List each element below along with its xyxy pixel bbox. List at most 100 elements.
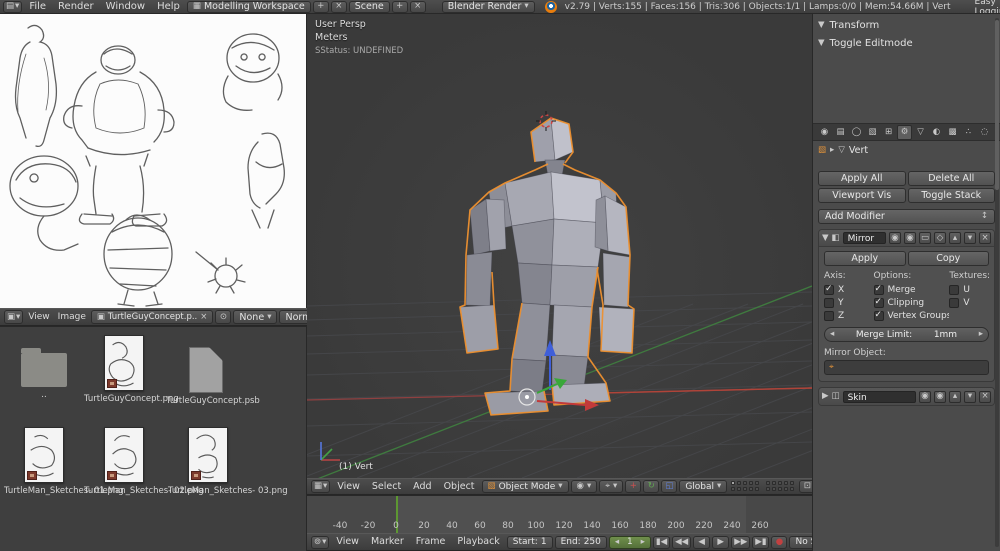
layer-dot[interactable] (749, 481, 754, 485)
move-modifier-up-button[interactable]: ▴ (949, 390, 961, 403)
scene-selector[interactable]: Scene (348, 0, 390, 13)
file-item-concept-png[interactable]: TurtleGuyConcept.png (84, 335, 179, 404)
file-item-sketch-01[interactable]: TurtleMan_Sketches- 01.png (4, 427, 124, 496)
layer-dot[interactable] (749, 487, 754, 491)
properties-scrollbar[interactable] (995, 18, 999, 547)
previous-keyframe-button[interactable]: ◀◀ (672, 535, 692, 549)
axis-z-checkbox[interactable]: Z (824, 311, 874, 321)
layer-dot[interactable] (766, 481, 771, 485)
file-item-concept-psb[interactable]: TurtleGuyConcept.psb (166, 341, 260, 406)
layer-dot[interactable] (790, 481, 795, 485)
menu-object[interactable]: Object (439, 480, 480, 494)
layer-dot[interactable] (772, 487, 777, 491)
jump-to-start-button[interactable]: ▮◀ (652, 535, 671, 549)
cage-toggle[interactable]: ◇ (934, 232, 946, 244)
checkbox[interactable] (949, 298, 960, 308)
menu-render[interactable]: Render (53, 0, 99, 13)
viewport-visibility-toggle[interactable]: ◉ (904, 232, 916, 244)
delete-all-button[interactable]: Delete All (907, 171, 995, 186)
axis-x-checkbox[interactable]: X (824, 285, 874, 295)
workspace-selector[interactable]: ▦ Modelling Workspace (186, 0, 311, 13)
layer-dot[interactable] (731, 487, 736, 491)
layer-dot[interactable] (772, 481, 777, 485)
timeline-ruler[interactable]: -40 -20 0 20 40 60 80 100 120 140 160 18… (307, 495, 812, 533)
checkbox[interactable] (949, 285, 960, 295)
texture-u-checkbox[interactable]: U (949, 285, 989, 295)
editor-type-button[interactable]: ▦ ▾ (311, 480, 331, 493)
menu-select[interactable]: Select (367, 480, 406, 494)
layers-widget-2[interactable] (766, 481, 795, 492)
close-workspace-button[interactable]: × (330, 0, 347, 13)
file-item-sketch-02[interactable]: TurtleMan_Sketches- 02.png (84, 427, 204, 496)
layer-dot[interactable] (743, 481, 748, 485)
next-keyframe-button[interactable]: ▶▶ (731, 535, 751, 549)
tab-particles[interactable]: ∴ (961, 125, 976, 140)
texture-v-checkbox[interactable]: V (949, 298, 989, 308)
delete-modifier-button[interactable]: × (979, 232, 991, 244)
menu-frame[interactable]: Frame (411, 535, 451, 549)
viewport-vis-button[interactable]: Viewport Vis (818, 188, 906, 203)
layer-dot[interactable] (766, 487, 771, 491)
toggle-editmode-header[interactable]: ▼ Toggle Editmode (818, 35, 995, 51)
menu-marker[interactable]: Marker (366, 535, 409, 549)
menu-view[interactable]: View (332, 480, 365, 494)
checkbox[interactable] (824, 298, 834, 308)
sync-mode-selector[interactable]: No Sync ▾ (789, 535, 812, 549)
image-editor-canvas[interactable] (0, 14, 307, 308)
layer-dot[interactable] (755, 487, 760, 491)
play-button[interactable]: ▶ (712, 535, 730, 549)
add-scene-button[interactable]: + (391, 0, 408, 13)
pin-button[interactable]: ⊙ (215, 310, 232, 324)
tab-data[interactable]: ▽ (913, 125, 928, 140)
modifier-name-field[interactable]: Skin (842, 390, 916, 403)
checkbox[interactable] (824, 311, 834, 321)
menu-view[interactable]: View (331, 535, 364, 549)
delete-modifier-button[interactable]: × (979, 390, 991, 403)
expand-icon[interactable]: ▶ (822, 392, 829, 401)
jump-to-end-button[interactable]: ▶▮ (752, 535, 770, 549)
menu-add[interactable]: Add (408, 480, 436, 494)
tab-constraints[interactable]: ⊞ (881, 125, 896, 140)
tab-modifiers[interactable]: ⚙ (897, 124, 912, 140)
render-visibility-toggle[interactable]: ◉ (919, 390, 931, 403)
layer-dot[interactable] (755, 481, 760, 485)
checkbox[interactable] (873, 285, 884, 295)
record-button[interactable]: ● (771, 535, 788, 549)
clipping-checkbox[interactable]: Clipping (873, 298, 950, 308)
lock-to-scene-button[interactable]: ⊡ (799, 480, 812, 493)
tab-texture[interactable]: ▩ (945, 125, 960, 140)
skin-modifier-header[interactable]: ▶ ◫ Skin ◉ ◉ ▴ ▾ × (819, 388, 994, 405)
menu-window[interactable]: Window (101, 0, 150, 13)
modifier-name-field[interactable]: Mirror (842, 232, 886, 244)
layers-widget[interactable] (731, 481, 760, 492)
layer-dot[interactable] (784, 487, 789, 491)
menu-playback[interactable]: Playback (452, 535, 504, 549)
layer-dot[interactable] (778, 481, 783, 485)
mirror-object-field[interactable]: ⌖ (824, 360, 989, 375)
render-engine-selector[interactable]: Blender Render ▾ (441, 0, 535, 13)
mirror-modifier-header[interactable]: ▼ ◧ Mirror ◉ ◉ ▭ ◇ ▴ ▾ × (819, 230, 994, 247)
decrement-icon[interactable]: ◂ (615, 538, 619, 547)
add-modifier-dropdown[interactable]: Add Modifier ↕ (818, 209, 995, 224)
editor-type-button[interactable]: ▣ ▾ (4, 310, 24, 324)
layer-dot[interactable] (743, 487, 748, 491)
copy-modifier-button[interactable]: Copy (907, 251, 989, 266)
menu-file[interactable]: File (24, 0, 51, 13)
checkbox[interactable] (824, 285, 834, 295)
checkbox[interactable] (873, 311, 884, 321)
file-item-sketch-03[interactable]: TurtleMan_Sketches- 03.png (168, 427, 288, 496)
current-frame-field[interactable]: ◂ 1 ▸ (608, 535, 651, 549)
tab-render[interactable]: ◉ (817, 125, 832, 140)
play-reverse-button[interactable]: ◀ (693, 535, 711, 549)
manipulator-scale-button[interactable]: ◱ (661, 480, 678, 493)
end-frame-field[interactable]: End: 250 (554, 535, 607, 549)
layer-dot[interactable] (778, 487, 783, 491)
checkbox[interactable] (873, 298, 884, 308)
decrement-icon[interactable]: ◂ (830, 330, 834, 339)
render-visibility-toggle[interactable]: ◉ (889, 232, 901, 244)
menu-help[interactable]: Help (152, 0, 185, 13)
toggle-stack-button[interactable]: Toggle Stack (907, 188, 995, 203)
move-modifier-up-button[interactable]: ▴ (949, 232, 961, 244)
tab-material[interactable]: ◐ (929, 125, 944, 140)
increment-icon[interactable]: ▸ (641, 538, 645, 547)
